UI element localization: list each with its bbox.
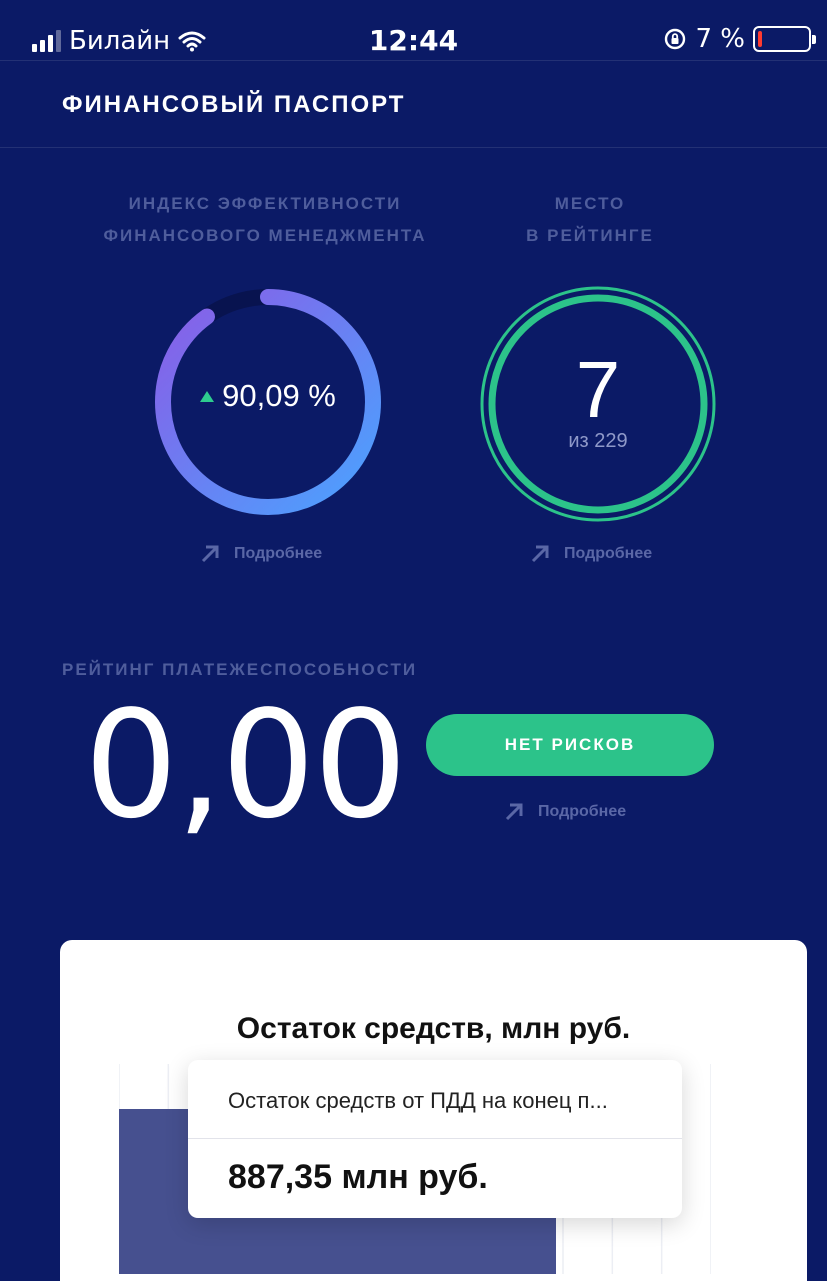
battery-level <box>758 31 762 47</box>
place-total: из 229 <box>568 430 628 452</box>
page-title: ФИНАНСОВЫЙ ПАСПОРТ <box>62 91 406 118</box>
place-value: 7 <box>575 345 621 434</box>
tooltip-label: Остаток средств от ПДД на конец п... <box>228 1088 608 1113</box>
tooltip-value: 887,35 млн руб. <box>228 1158 488 1196</box>
efficiency-label-line1: ИНДЕКС ЭФФЕКТИВНОСТИ <box>128 194 402 213</box>
efficiency-label-line2: ФИНАНСОВОГО МЕНЕДЖМЕНТА <box>103 226 427 245</box>
solvency-value: 0,00 <box>84 679 408 851</box>
place-label-line1: МЕСТО <box>554 194 626 213</box>
place-label-line2: В РЕЙТИНГЕ <box>526 226 654 245</box>
place-more-label: Подробнее <box>564 545 653 562</box>
efficiency-more-link[interactable]: Подробнее <box>198 542 322 566</box>
triangle-up-icon <box>200 390 215 402</box>
solvency-more-link[interactable]: Подробнее <box>502 800 626 824</box>
tooltip-divider <box>188 1138 682 1139</box>
arrow-up-right-icon <box>505 803 523 821</box>
risk-status-button[interactable]: НЕТ РИСКОВ <box>426 714 714 776</box>
place-label: МЕСТО В РЕЙТИНГЕ <box>490 188 690 252</box>
arrow-up-right-icon <box>201 545 219 563</box>
efficiency-more-label: Подробнее <box>234 545 323 562</box>
app-header: ФИНАНСОВЫЙ ПАСПОРТ <box>0 60 827 148</box>
efficiency-value-wrap: 90,09 % <box>150 378 386 414</box>
arrow-up-right-icon <box>531 545 549 563</box>
chart-tooltip: Остаток средств от ПДД на конец п... 887… <box>188 1060 682 1218</box>
rotation-lock-icon <box>665 28 686 50</box>
card-title: Остаток средств, млн руб. <box>236 1012 631 1045</box>
battery-icon <box>753 26 816 52</box>
status-right: 7 % <box>663 24 816 54</box>
solvency-more-label: Подробнее <box>538 803 627 820</box>
efficiency-label: ИНДЕКС ЭФФЕКТИВНОСТИ ФИНАНСОВОГО МЕНЕДЖМ… <box>80 188 450 252</box>
place-more-link[interactable]: Подробнее <box>528 542 652 566</box>
efficiency-value: 90,09 % <box>222 378 336 413</box>
battery-percent: 7 % <box>695 24 745 54</box>
